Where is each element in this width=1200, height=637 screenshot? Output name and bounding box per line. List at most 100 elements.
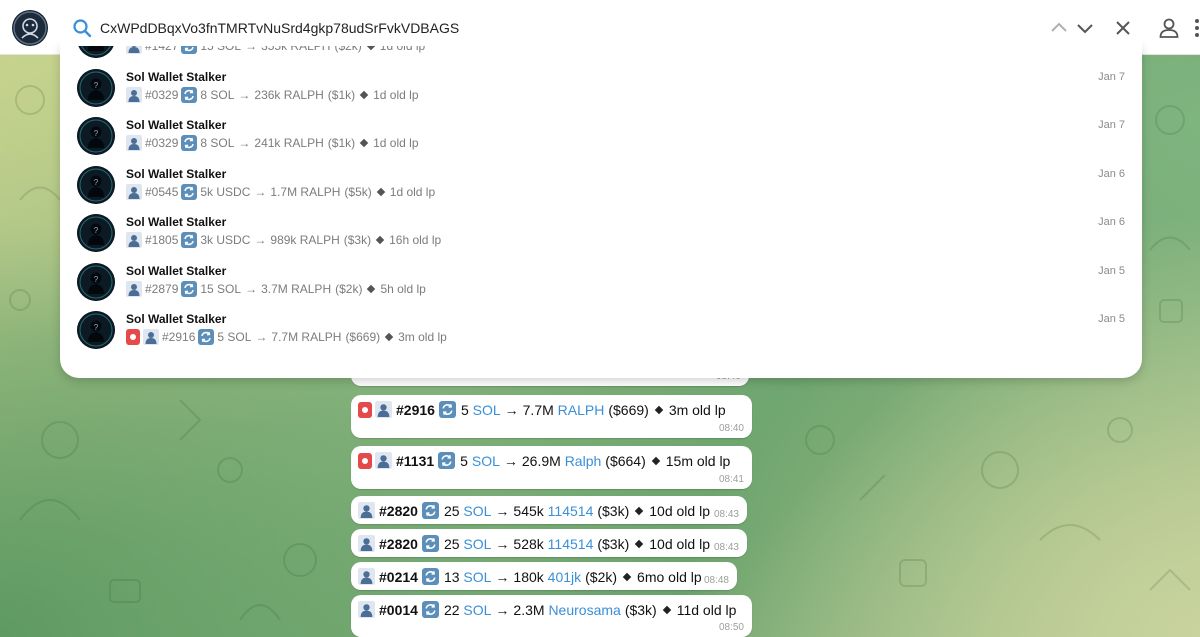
search-result-item[interactable]: ?Sol Wallet StalkerJan 7#142715 SOL→355k… [60, 45, 1142, 64]
message-time: 08:41 [718, 474, 744, 485]
arrow-icon: → [495, 568, 510, 585]
swap-icon [421, 535, 439, 552]
search-result-item[interactable]: ? Sol Wallet Stalker Jan 6 #0545 5k USDC → 1.7… [60, 161, 1142, 210]
arrow-icon: → [238, 87, 251, 102]
result-lp-age: 1d old lp [379, 45, 426, 53]
lp-age: 6mo old lp [637, 568, 702, 585]
token-out-link[interactable]: 114514 [548, 536, 594, 552]
diamond-icon [359, 90, 369, 99]
user-icon[interactable] [1157, 16, 1181, 40]
user-silhouette-icon [126, 232, 142, 248]
amount-out: 26.9M [521, 452, 561, 469]
search-result-item[interactable]: ? Sol Wallet Stalker Jan 7 #0329 8 SOL → 241k … [60, 112, 1142, 161]
token-out-link[interactable]: RALPH [558, 402, 605, 418]
search-results-panel: ?Sol Wallet StalkerJan 7#142715 SOL→355k… [60, 45, 1142, 378]
more-vertical-icon[interactable] [1193, 16, 1200, 40]
message-time: 08:40 [718, 423, 744, 434]
message-bubble[interactable]: #1131 5 SOL → 26.9M Ralph ($664) 15m old lp 08… [351, 446, 752, 489]
message-bubble[interactable]: #2820 25 SOL → 528k 114514 ($3k) 10d old lp 08… [351, 529, 747, 557]
search-results-list: ?Sol Wallet StalkerJan 7#142715 SOL→355k… [60, 45, 1142, 355]
wallet-id: #0014 [379, 601, 418, 618]
result-usd-value: ($2k) [335, 281, 363, 296]
lp-age: 10d old lp [649, 502, 710, 519]
arrow-icon: → [495, 601, 510, 618]
result-sender-name: Sol Wallet Stalker [126, 118, 227, 132]
result-date: Jan 6 [1098, 167, 1125, 180]
svg-text:?: ? [94, 129, 99, 138]
arrow-icon: → [503, 452, 518, 469]
result-preview: #0329 8 SOL → 241k RALPH ($1k) 1d old lp [126, 135, 419, 151]
svg-text:?: ? [94, 178, 99, 187]
search-input[interactable] [100, 17, 1000, 39]
token-in-link[interactable]: SOL [472, 453, 500, 469]
chevron-down-icon[interactable] [1074, 17, 1096, 39]
swap-icon [438, 452, 456, 469]
search-result-item[interactable]: ? Sol Wallet Stalker Jan 5 #2879 15 SOL → 3.7M… [60, 258, 1142, 307]
arrow-icon: → [245, 281, 258, 296]
result-sender-name: Sol Wallet Stalker [126, 69, 227, 84]
search-result-item[interactable]: ? Sol Wallet Stalker Jan 6 #1805 3k USDC → 989… [60, 209, 1142, 258]
amount-in: 13 [443, 568, 460, 585]
close-icon[interactable] [1112, 17, 1134, 39]
swap-icon [421, 502, 439, 519]
svg-text:?: ? [94, 323, 99, 332]
result-amount-out: 355k RALPH [261, 45, 331, 53]
token-in-link[interactable]: SOL [463, 569, 491, 585]
result-amount-in: 3k USDC [200, 233, 251, 247]
svg-text:?: ? [94, 275, 99, 284]
token-out-link[interactable]: 114514 [548, 503, 594, 519]
token-in-link[interactable]: SOL [473, 402, 501, 418]
message-bubble[interactable]: #2820 25 SOL → 545k 114514 ($3k) 10d old lp 08… [351, 496, 747, 524]
result-preview: #2879 15 SOL → 3.7M RALPH ($2k) 5h old lp [126, 280, 426, 297]
result-wallet-id: #2879 [145, 281, 179, 296]
search-result-item[interactable]: ? Sol Wallet Stalker Jan 5 #2916 5 SOL → 7.7M … [60, 306, 1142, 355]
diamond-icon [375, 235, 385, 245]
diamond-icon [635, 506, 644, 515]
message-text: #0014 22 SOL → 2.3M Neurosama ($3k) 11d old l… [358, 601, 736, 618]
wallet-id: #2820 [379, 502, 418, 519]
diamond-icon [651, 456, 660, 465]
token-out-link[interactable]: Ralph [565, 453, 602, 469]
result-date: Jan 7 [1098, 70, 1125, 83]
message-bubble[interactable]: #2916 5 SOL → 7.7M RALPH ($669) 3m old lp 08:4… [351, 395, 752, 438]
svg-text:?: ? [94, 226, 99, 235]
amount-in: 5 [460, 401, 469, 418]
message-text: #0214 13 SOL → 180k 401jk ($2k) 6mo old lp [358, 568, 702, 585]
user-silhouette-icon [126, 135, 142, 151]
app-logo-icon[interactable] [12, 10, 48, 46]
result-sender-name: Sol Wallet Stalker [126, 312, 227, 326]
swap-icon [438, 401, 456, 418]
user-silhouette-icon [358, 601, 375, 618]
result-wallet-id: #0329 [145, 87, 179, 102]
user-silhouette-icon [126, 46, 142, 54]
result-amount-in: 5k USDC [200, 184, 251, 199]
message-bubble[interactable]: #0214 13 SOL → 180k 401jk ($2k) 6mo old lp 08:… [351, 562, 737, 590]
result-amount-out: 236k RALPH [254, 87, 324, 102]
result-usd-value: ($1k) [327, 136, 356, 150]
token-in-link[interactable]: SOL [463, 503, 491, 519]
diamond-icon [359, 138, 369, 148]
arrow-icon: → [254, 184, 267, 199]
arrow-icon: → [495, 502, 510, 519]
wallet-id: #2916 [396, 401, 435, 418]
result-usd-value: ($5k) [344, 184, 372, 199]
swap-icon [421, 601, 439, 618]
token-in-link[interactable]: SOL [463, 602, 491, 618]
result-amount-in: 15 SOL [200, 45, 242, 53]
amount-in: 25 [443, 502, 460, 519]
arrow-icon: → [245, 45, 258, 53]
arrow-icon: → [255, 330, 268, 344]
result-preview: #2916 5 SOL → 7.7M RALPH ($669) 3m old lp [126, 329, 447, 345]
chevron-up-icon[interactable] [1048, 17, 1070, 39]
token-out-link[interactable]: Neurosama [548, 602, 620, 618]
token-in-link[interactable]: SOL [463, 536, 491, 552]
red-badge-icon [358, 452, 372, 469]
token-out-link[interactable]: 401jk [548, 569, 581, 585]
result-wallet-id: #0329 [145, 136, 179, 150]
message-bubble[interactable]: #0014 22 SOL → 2.3M Neurosama ($3k) 11d old l… [351, 595, 752, 637]
search-result-item[interactable]: ? Sol Wallet Stalker Jan 7 #0329 8 SOL → 236k … [60, 64, 1142, 113]
arrow-icon: → [495, 535, 510, 552]
result-sender-name: Sol Wallet Stalker [126, 166, 227, 181]
usd-value: ($2k) [585, 568, 618, 585]
red-badge-icon [358, 401, 372, 418]
